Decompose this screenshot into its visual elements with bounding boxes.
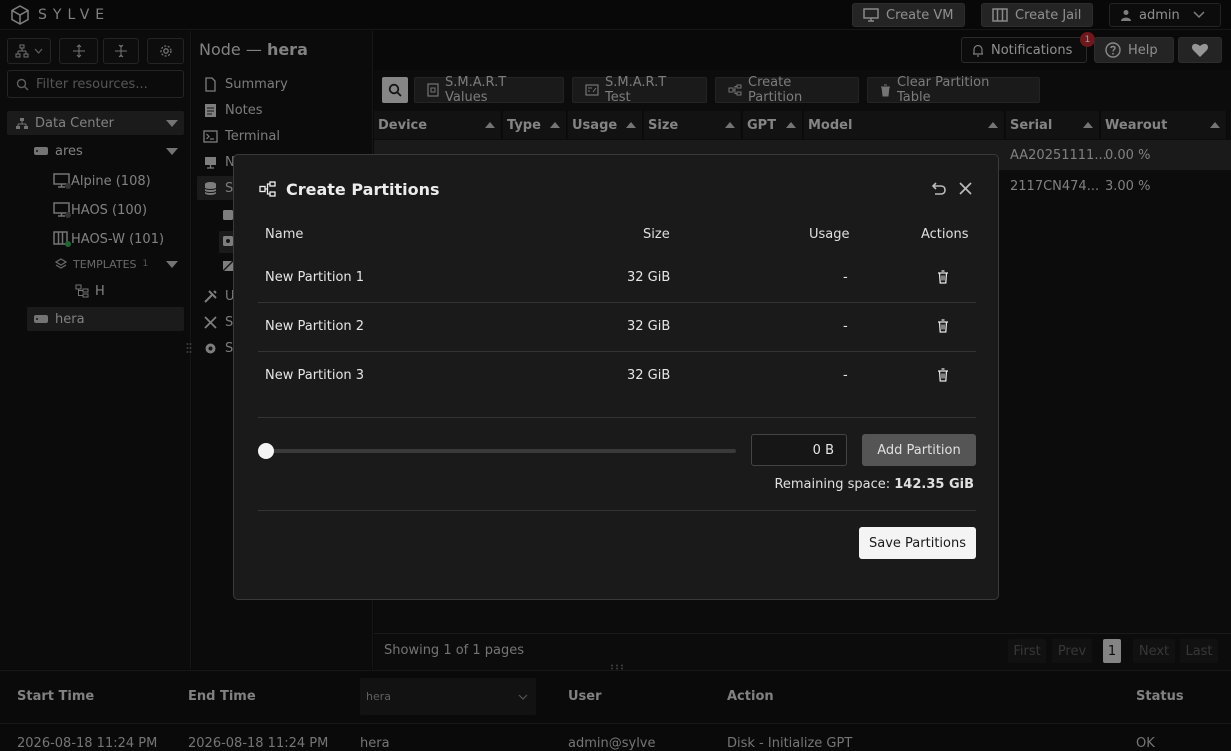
delete-partition-trash-icon[interactable] xyxy=(937,368,949,382)
remaining-value: 142.35 GiB xyxy=(894,477,974,492)
partition-size-input[interactable]: 0 B xyxy=(751,434,847,466)
col-header-size: Size xyxy=(643,227,670,242)
partition-size-slider-handle[interactable] xyxy=(258,443,274,459)
col-header-name: Name xyxy=(265,227,304,242)
partition-name: New Partition 3 xyxy=(265,368,365,383)
remaining-label: Remaining space: xyxy=(774,477,891,492)
partition-usage: - xyxy=(843,368,848,383)
partition-size-slider-track[interactable] xyxy=(270,449,736,453)
partition-usage: - xyxy=(843,319,848,334)
reset-icon[interactable] xyxy=(929,180,947,198)
delete-partition-trash-icon[interactable] xyxy=(937,270,949,284)
partition-size: 32 GiB xyxy=(627,319,671,334)
section-divider xyxy=(258,510,976,511)
col-header-actions: Actions xyxy=(921,227,969,242)
remaining-space: Remaining space: 142.35 GiB xyxy=(774,477,974,492)
delete-partition-trash-icon[interactable] xyxy=(937,319,949,333)
save-partitions-button[interactable]: Save Partitions xyxy=(859,527,976,559)
create-partitions-dialog: Create Partitions Name Size Usage Action… xyxy=(233,154,999,600)
col-header-usage: Usage xyxy=(809,227,850,242)
section-divider xyxy=(258,417,976,418)
partition-row: New Partition 2 32 GiB - xyxy=(258,303,976,352)
partition-row: New Partition 1 32 GiB - xyxy=(258,254,976,303)
close-icon[interactable] xyxy=(958,181,973,196)
partition-usage: - xyxy=(843,270,848,285)
partition-name: New Partition 1 xyxy=(265,270,365,285)
dialog-title: Create Partitions xyxy=(286,180,440,199)
partition-size: 32 GiB xyxy=(627,270,671,285)
partition-icon xyxy=(259,181,277,197)
partition-row: New Partition 3 32 GiB - xyxy=(258,352,976,401)
partition-size: 32 GiB xyxy=(627,368,671,383)
add-partition-button[interactable]: Add Partition xyxy=(862,434,976,466)
partition-name: New Partition 2 xyxy=(265,319,365,334)
